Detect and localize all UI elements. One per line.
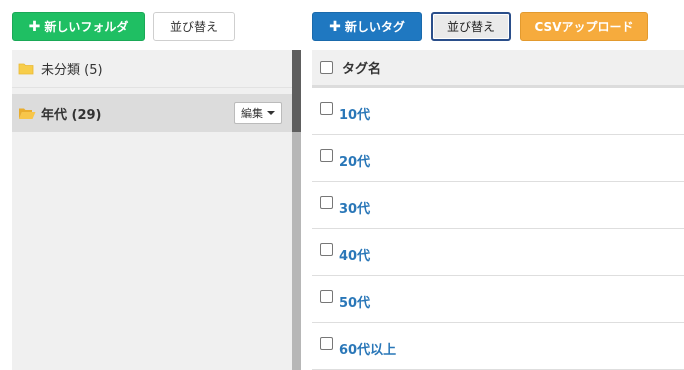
table-row: 20代 <box>312 135 684 182</box>
sort-tags-button[interactable]: 並び替え <box>431 12 511 41</box>
row-checkbox[interactable] <box>320 337 333 350</box>
sort-tags-label: 並び替え <box>446 20 495 34</box>
new-folder-button[interactable]: ✚ 新しいフォルダ <box>12 12 145 41</box>
sort-folders-label: 並び替え <box>169 20 218 34</box>
table-row: 60代以上 <box>312 323 684 370</box>
plus-icon: ✚ <box>28 18 41 35</box>
tag-link[interactable]: 40代 <box>339 245 370 264</box>
csv-upload-label: CSVアップロード <box>534 20 634 34</box>
edit-label: 編集 <box>241 107 263 120</box>
folder-label: 未分類 (5) <box>41 63 103 78</box>
row-checkbox[interactable] <box>320 243 333 256</box>
folder-item-age[interactable]: 年代 (29) 編集 <box>12 94 292 132</box>
folder-edit-dropdown[interactable]: 編集 <box>234 102 282 124</box>
folder-closed-icon <box>18 62 34 75</box>
new-tag-label: 新しいタグ <box>344 20 405 34</box>
tag-name-header: タグ名 <box>342 62 382 77</box>
table-row: 40代 <box>312 229 684 276</box>
table-row: 30代 <box>312 182 684 229</box>
new-folder-label: 新しいフォルダ <box>44 20 129 34</box>
csv-upload-button[interactable]: CSVアップロード <box>520 12 648 41</box>
scrollbar-thumb[interactable] <box>292 50 301 132</box>
tag-link[interactable]: 30代 <box>339 198 370 217</box>
row-checkbox[interactable] <box>320 102 333 115</box>
folder-item-uncategorized[interactable]: 未分類 (5) <box>12 50 292 88</box>
caret-down-icon <box>267 111 275 115</box>
folder-label: 年代 (29) <box>41 107 102 123</box>
tag-table: タグ名 10代 20代 30代 40代 50代 60代以上 <box>312 50 684 370</box>
table-row: 50代 <box>312 276 684 323</box>
tag-link[interactable]: 50代 <box>339 292 370 311</box>
table-row: 10代 <box>312 88 684 135</box>
tag-link[interactable]: 10代 <box>339 104 370 123</box>
folder-open-icon <box>18 107 36 120</box>
select-all-checkbox[interactable] <box>320 61 333 74</box>
new-tag-button[interactable]: ✚ 新しいタグ <box>312 12 422 41</box>
folder-panel: 未分類 (5) 年代 (29) 編集 <box>12 50 292 370</box>
row-checkbox[interactable] <box>320 290 333 303</box>
plus-icon: ✚ <box>329 18 341 35</box>
tag-link[interactable]: 20代 <box>339 151 370 170</box>
row-checkbox[interactable] <box>320 196 333 209</box>
table-header: タグ名 <box>312 50 684 88</box>
sort-folders-button[interactable]: 並び替え <box>153 12 235 41</box>
tag-link[interactable]: 60代以上 <box>339 339 396 358</box>
row-checkbox[interactable] <box>320 149 333 162</box>
